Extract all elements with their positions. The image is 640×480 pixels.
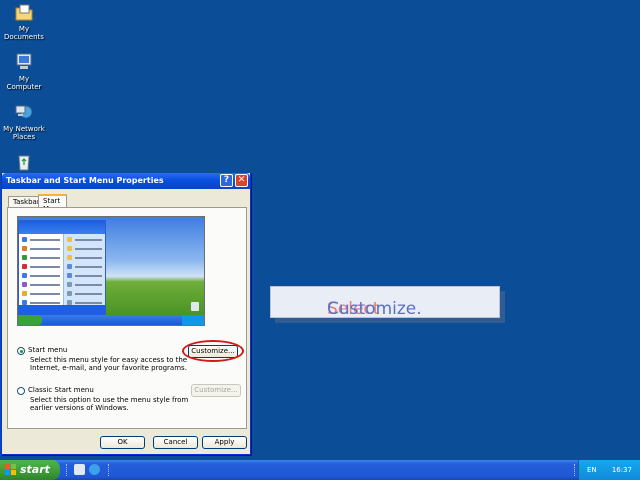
apply-button[interactable]: Apply xyxy=(202,436,247,449)
quicklaunch-separator xyxy=(66,464,68,476)
start-button[interactable]: start xyxy=(0,460,60,480)
taskbar: start EN 16:37 xyxy=(0,460,640,480)
desktop-icon-recycle-bin[interactable] xyxy=(2,152,46,175)
quicklaunch-separator xyxy=(108,464,110,476)
preview-start-menu xyxy=(18,220,106,316)
dialog-titlebar[interactable]: Taskbar and Start Menu Properties ? ✕ xyxy=(2,173,250,189)
help-icon: ? xyxy=(223,175,230,185)
cancel-button[interactable]: Cancel xyxy=(153,436,198,449)
recycle-bin-icon xyxy=(14,152,34,172)
start-menu-preview-image xyxy=(17,216,205,326)
desktop-icon-my-network-places[interactable]: My Network Places xyxy=(2,102,46,141)
clock[interactable]: 16:37 xyxy=(612,466,632,474)
preview-recycle-bin-icon xyxy=(191,302,199,311)
start-label: start xyxy=(20,463,50,476)
dialog-title: Taskbar and Start Menu Properties xyxy=(6,176,164,185)
system-tray: EN 16:37 xyxy=(578,460,640,480)
tab-start-menu[interactable]: Start Menu xyxy=(38,194,68,213)
my-computer-icon xyxy=(14,52,34,72)
taskbar-start-menu-properties-dialog: Taskbar and Start Menu Properties ? ✕ Ta… xyxy=(1,173,251,455)
internet-explorer-icon[interactable] xyxy=(89,464,100,475)
language-indicator[interactable]: EN xyxy=(587,466,597,474)
close-button[interactable]: ✕ xyxy=(235,174,248,187)
help-button[interactable]: ? xyxy=(220,174,233,187)
classic-start-menu-radio-label[interactable]: Classic Start menu xyxy=(28,386,94,394)
my-documents-icon xyxy=(14,2,34,22)
desktop-icon-label: My Computer xyxy=(6,75,42,91)
start-menu-radio[interactable] xyxy=(17,347,25,355)
start-menu-description: Select this menu style for easy access t… xyxy=(30,356,188,372)
classic-start-menu-description: Select this option to use the menu style… xyxy=(30,396,189,412)
desktop-icon-my-documents[interactable]: My Documents xyxy=(2,2,46,41)
show-desktop-icon[interactable] xyxy=(74,464,85,475)
close-icon: ✕ xyxy=(237,175,246,185)
ok-button[interactable]: OK xyxy=(100,436,145,449)
desktop-icon-label: My Network Places xyxy=(3,125,45,141)
desktop-icon-my-computer[interactable]: My Computer xyxy=(2,52,46,91)
desktop-icon-label: My Documents xyxy=(4,25,44,41)
highlight-circle xyxy=(182,340,244,362)
preview-tray xyxy=(182,315,204,325)
start-menu-tab-panel: Start menu Select this menu style for ea… xyxy=(7,207,247,429)
classic-start-menu-radio[interactable] xyxy=(17,387,25,395)
classic-customize-button: Customize... xyxy=(191,384,241,397)
my-network-places-icon xyxy=(14,102,34,122)
tray-separator xyxy=(574,464,576,476)
windows-flag-icon xyxy=(5,464,17,476)
instruction-callout: Select Customize. xyxy=(270,286,500,319)
preview-start-button xyxy=(18,315,42,325)
start-menu-radio-label[interactable]: Start menu xyxy=(28,346,67,354)
callout-word-customize: Customize. xyxy=(327,299,422,319)
preview-taskbar xyxy=(18,315,204,325)
